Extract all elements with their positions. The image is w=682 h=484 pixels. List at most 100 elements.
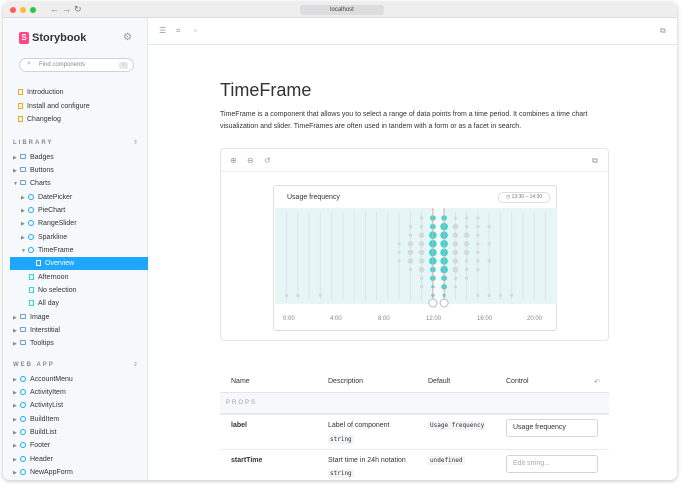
sidebar-item-introduction[interactable]: Introduction bbox=[18, 86, 64, 99]
component-icon bbox=[28, 246, 34, 253]
grid-icon[interactable]: ⌗ bbox=[176, 26, 181, 36]
collapse-library-icon[interactable]: ⇕ bbox=[133, 139, 138, 146]
timeframe-widget: Usage frequency ◷ 13:30 – 14:30 0:00 4:00… bbox=[273, 185, 557, 331]
sidebar-item-label: Install and configure bbox=[27, 102, 90, 110]
data-point bbox=[452, 241, 459, 247]
sidebar-item-footer[interactable]: ▶ Footer bbox=[13, 439, 50, 452]
document-icon bbox=[18, 102, 23, 109]
sidebar-item-activitylist[interactable]: ▶ ActivityList bbox=[13, 399, 63, 412]
sidebar: S Storybook ⚙ ⌕ Find components / Introd… bbox=[3, 18, 148, 480]
sidebar-item-charts[interactable]: ▼ Charts bbox=[13, 177, 51, 190]
sidebar-item-afternoon[interactable]: Afternoon bbox=[29, 271, 68, 284]
open-new-tab-icon[interactable]: ⧉ bbox=[660, 26, 666, 36]
zoom-in-icon[interactable]: ⊕ bbox=[230, 156, 237, 165]
data-point bbox=[418, 249, 425, 256]
sidebar-item-header[interactable]: ▶ Header bbox=[13, 453, 53, 466]
component-icon bbox=[20, 415, 26, 422]
data-point bbox=[487, 225, 491, 229]
sidebar-item-sparkline[interactable]: ▶ Sparkline bbox=[21, 231, 67, 244]
library-section-heading[interactable]: LIBRARY bbox=[13, 140, 53, 146]
address-bar[interactable]: localhost bbox=[300, 5, 384, 15]
search-shortcut-badge: / bbox=[119, 62, 128, 69]
minimize-window-button[interactable] bbox=[20, 7, 26, 13]
data-point bbox=[453, 285, 457, 289]
arg-desc-label: Label of component bbox=[328, 422, 390, 429]
data-point bbox=[463, 241, 470, 247]
label-control-input[interactable]: Usage frequency bbox=[506, 419, 598, 437]
starttime-control-input[interactable]: Edit string... bbox=[506, 455, 598, 473]
usage-chart[interactable] bbox=[275, 208, 557, 308]
sidebar-item-newappform[interactable]: ▶ NewAppForm bbox=[13, 466, 73, 479]
sidebar-item-activityitem[interactable]: ▶ ActivityItem bbox=[13, 386, 66, 399]
folder-icon bbox=[20, 327, 26, 333]
data-point bbox=[397, 242, 401, 246]
sidebar-item-datepicker[interactable]: ▶ DatePicker bbox=[21, 191, 72, 204]
data-point bbox=[465, 259, 469, 263]
range-start-handle[interactable] bbox=[428, 298, 438, 308]
range-end-handle[interactable] bbox=[439, 298, 449, 308]
brand-name: Storybook bbox=[32, 32, 87, 44]
sidebar-item-label: Footer bbox=[30, 442, 51, 450]
chevron-right-icon: ▶ bbox=[13, 390, 17, 397]
data-point bbox=[397, 259, 401, 263]
sidebar-item-buildlist[interactable]: ▶ BuildList bbox=[13, 426, 56, 439]
close-window-button[interactable] bbox=[10, 7, 16, 13]
chevron-right-icon: ▶ bbox=[21, 207, 25, 214]
sidebar-item-interstitial[interactable]: ▶ Interstitial bbox=[13, 324, 60, 337]
sidebar-item-label: Introduction bbox=[27, 89, 64, 96]
search-input[interactable]: ⌕ Find components / bbox=[19, 58, 134, 72]
sidebar-item-label: BuildItem bbox=[30, 415, 60, 423]
component-icon bbox=[28, 193, 34, 200]
sidebar-item-label: TimeFrame bbox=[38, 246, 74, 254]
props-section-label: PROPS bbox=[226, 400, 258, 406]
sidebar-item-all-day[interactable]: All day bbox=[29, 297, 59, 310]
sidebar-item-buttons[interactable]: ▶ Buttons bbox=[13, 164, 54, 177]
sidebar-toggle-icon[interactable]: ☰ bbox=[159, 26, 166, 35]
sidebar-item-image[interactable]: ▶ Image bbox=[13, 311, 49, 324]
gear-icon[interactable]: ⚙ bbox=[123, 32, 132, 43]
sidebar-item-rangeslider[interactable]: ▶ RangeSlider bbox=[21, 217, 77, 230]
outline-icon[interactable]: ▫ bbox=[194, 26, 197, 35]
sidebar-item-label: Image bbox=[30, 313, 50, 321]
sidebar-item-label: Charts bbox=[30, 180, 51, 188]
data-point bbox=[420, 216, 424, 220]
data-point bbox=[452, 223, 459, 230]
canvas-toolbar: ☰ ⌗ ▫ ⧉ bbox=[148, 18, 677, 45]
maximize-window-button[interactable] bbox=[30, 7, 36, 13]
sidebar-item-overview[interactable]: Overview bbox=[10, 257, 148, 271]
sidebar-item-tooltips[interactable]: ▶ Tooltips bbox=[13, 337, 54, 350]
axis-tick-label: 16:00 bbox=[477, 316, 493, 322]
sidebar-item-timeframe[interactable]: ▼ TimeFrame bbox=[21, 244, 74, 257]
sidebar-item-label: NewAppForm bbox=[30, 468, 73, 476]
sidebar-item-piechart[interactable]: ▶ PieChart bbox=[21, 204, 65, 217]
data-point bbox=[476, 293, 480, 297]
back-arrow-icon[interactable]: ← bbox=[50, 4, 59, 14]
header-control: Control bbox=[506, 378, 529, 385]
folder-icon bbox=[20, 180, 26, 186]
sidebar-item-badges[interactable]: ▶ Badges bbox=[13, 151, 54, 164]
widget-title: Usage frequency bbox=[287, 194, 340, 201]
sidebar-item-no-selection[interactable]: No selection bbox=[29, 284, 77, 297]
chevron-right-icon: ▶ bbox=[13, 376, 17, 383]
zoom-out-icon[interactable]: ⊖ bbox=[247, 156, 254, 165]
component-icon bbox=[28, 233, 34, 240]
reload-icon[interactable]: ↻ bbox=[74, 4, 82, 15]
chevron-right-icon: ▶ bbox=[13, 341, 17, 348]
range-badge: ◷ 13:30 – 14:30 bbox=[498, 192, 550, 203]
sidebar-item-label: Sparkline bbox=[38, 233, 68, 241]
sidebar-item-builditem[interactable]: ▶ BuildItem bbox=[13, 413, 59, 426]
data-point bbox=[453, 216, 457, 220]
collapse-webapp-icon[interactable]: ⇕ bbox=[133, 361, 138, 368]
webapp-section-heading[interactable]: WEB APP bbox=[13, 362, 55, 368]
sidebar-item-accountmenu[interactable]: ▶ AccountMenu bbox=[13, 373, 73, 386]
reset-controls-icon[interactable]: ↶ bbox=[594, 378, 600, 386]
data-point bbox=[420, 285, 424, 289]
data-point bbox=[407, 258, 414, 264]
open-story-icon[interactable]: ⧉ bbox=[592, 156, 598, 166]
zoom-reset-icon[interactable]: ↺ bbox=[264, 156, 271, 165]
sidebar-item-install-and-configure[interactable]: Install and configure bbox=[18, 100, 90, 113]
sidebar-item-changelog[interactable]: Changelog bbox=[18, 113, 61, 126]
forward-arrow-icon[interactable]: → bbox=[62, 4, 71, 14]
chevron-right-icon: ▶ bbox=[13, 416, 17, 423]
story-icon bbox=[29, 287, 34, 293]
